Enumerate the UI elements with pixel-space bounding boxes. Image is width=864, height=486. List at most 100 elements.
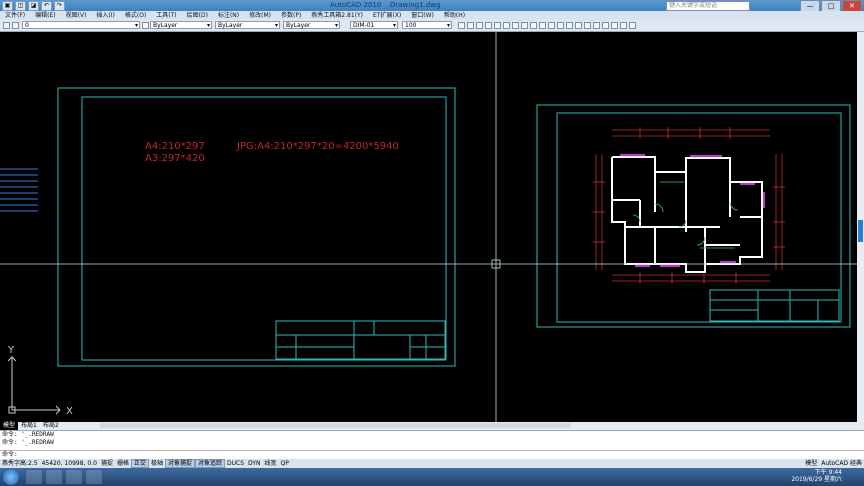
menu-modify[interactable]: 修改(M) bbox=[244, 11, 276, 20]
undo-icon[interactable]: ↶ bbox=[41, 1, 52, 11]
center-mark-icon[interactable] bbox=[584, 22, 591, 29]
save-icon[interactable]: ◫ bbox=[15, 1, 26, 11]
dim-arc-icon[interactable] bbox=[476, 22, 483, 29]
clock-time: 下午 9:44 bbox=[814, 469, 842, 476]
menu-view[interactable]: 视图(V) bbox=[61, 11, 92, 20]
command-window: 命令: '_.REDRAW 命令: '_.REDRAW 命令: bbox=[0, 430, 864, 460]
dim-break-icon[interactable] bbox=[566, 22, 573, 29]
jpg-size-text: JPG:A4:210*297*20=4200*5940 bbox=[236, 141, 399, 152]
vertical-scrollbar[interactable] bbox=[857, 32, 864, 422]
dim-linear-icon[interactable] bbox=[458, 22, 465, 29]
horizontal-scrollbar[interactable] bbox=[100, 423, 570, 428]
otrack-toggle[interactable]: 对象追踪 bbox=[195, 459, 226, 468]
workspace-switch-button[interactable]: AutoCAD 经典 bbox=[819, 459, 864, 468]
tab-layout1[interactable]: 布局1 bbox=[18, 422, 40, 430]
explorer-icon[interactable] bbox=[26, 470, 42, 484]
right-sheet bbox=[536, 104, 851, 328]
tolerance-icon[interactable] bbox=[575, 22, 582, 29]
menu-window[interactable]: 窗口(W) bbox=[406, 11, 439, 20]
dim-update-icon[interactable] bbox=[629, 22, 636, 29]
menu-draw[interactable]: 绘图(D) bbox=[182, 11, 213, 20]
dim-continue-icon[interactable] bbox=[548, 22, 555, 29]
autocad-taskbar-icon[interactable] bbox=[86, 470, 102, 484]
menu-et[interactable]: ET扩展(X) bbox=[368, 11, 406, 20]
menu-tools[interactable]: 工具(T) bbox=[151, 11, 181, 20]
menu-dimension[interactable]: 标注(N) bbox=[213, 11, 244, 20]
left-title-block bbox=[275, 320, 446, 360]
dim-aligned-icon[interactable] bbox=[467, 22, 474, 29]
dim-space-icon[interactable] bbox=[557, 22, 564, 29]
tab-model[interactable]: 模型 bbox=[0, 422, 19, 430]
ucs-icon bbox=[7, 356, 61, 415]
menu-help[interactable]: 帮助(H) bbox=[439, 11, 470, 20]
lineweight-toggle[interactable]: 线宽 bbox=[263, 459, 279, 468]
app-menu-icon[interactable]: ▣ bbox=[2, 1, 13, 11]
open-icon[interactable]: ◪ bbox=[28, 1, 39, 11]
search-input[interactable]: 键入关键字或短语 bbox=[666, 1, 750, 11]
right-sheet-outer-frame bbox=[536, 104, 851, 328]
floor-plan bbox=[593, 127, 785, 284]
scale-select[interactable]: 100 bbox=[402, 21, 452, 30]
redo-icon[interactable]: ↷ bbox=[54, 1, 65, 11]
jogged-linear-icon[interactable] bbox=[602, 22, 609, 29]
floor-plan-doors-windows bbox=[620, 153, 766, 268]
floor-plan-walls bbox=[611, 156, 763, 273]
dyn-toggle[interactable]: DYN bbox=[246, 459, 262, 468]
dim-ordinate-icon[interactable] bbox=[485, 22, 492, 29]
vertical-scrollbar-thumb[interactable] bbox=[858, 220, 863, 242]
status-bar: 燕秀字高:2.5 45420, 10998, 0.0 捕捉 栅格 正交 极轴 对… bbox=[0, 459, 864, 468]
right-title-block bbox=[709, 289, 840, 322]
left-sheet-texts: A4:210*297 A3:297*420 JPG:A4:210*297*20=… bbox=[145, 141, 399, 164]
dim-edit-icon[interactable] bbox=[611, 22, 618, 29]
dim-diameter-icon[interactable] bbox=[512, 22, 519, 29]
color-select[interactable]: ByLayer bbox=[150, 21, 212, 30]
lineweight-select[interactable]: ByLayer bbox=[283, 21, 340, 30]
layer-manager-icon[interactable] bbox=[3, 22, 10, 29]
coordinates-readout[interactable]: 45420, 10998, 0.0 bbox=[40, 459, 99, 468]
menu-yanxiu[interactable]: 燕秀工具箱2.81(Y) bbox=[306, 11, 368, 20]
quick-dim-icon[interactable] bbox=[530, 22, 537, 29]
dim-jogged-icon[interactable] bbox=[503, 22, 510, 29]
document-title: Drawing1.dwg bbox=[390, 1, 441, 9]
title-bar: ▣ ◫ ◪ ↶ ↷ AutoCAD 2010 Drawing1.dwg 键入关键… bbox=[0, 0, 864, 12]
record-icon[interactable] bbox=[66, 470, 82, 484]
ducs-toggle[interactable]: DUCS bbox=[225, 459, 246, 468]
drawing-canvas[interactable]: A4:210*297 A3:297*420 JPG:A4:210*297*20=… bbox=[0, 32, 857, 422]
command-prompt: 命令: bbox=[2, 451, 18, 458]
crosshair-cursor bbox=[0, 32, 857, 422]
model-space-button[interactable]: 模型 bbox=[803, 459, 819, 468]
layer-state-icon[interactable] bbox=[12, 22, 19, 29]
menu-insert[interactable]: 插入(I) bbox=[91, 11, 119, 20]
start-button[interactable] bbox=[3, 469, 19, 485]
media-player-icon[interactable] bbox=[46, 470, 62, 484]
menu-format[interactable]: 格式(O) bbox=[120, 11, 151, 20]
menu-edit[interactable]: 编辑(E) bbox=[30, 11, 60, 20]
left-sheet-outer-frame bbox=[57, 87, 456, 367]
make-current-icon[interactable] bbox=[142, 22, 149, 29]
linetype-select[interactable]: ByLayer bbox=[215, 21, 280, 30]
dim-angular-icon[interactable] bbox=[521, 22, 528, 29]
menu-file[interactable]: 文件(F) bbox=[0, 11, 30, 20]
clock-date: 2019/6/29 星期六 bbox=[791, 476, 842, 483]
paper-size-a3-text: A3:297*420 bbox=[145, 153, 205, 164]
system-clock: 下午 9:44 2019/6/29 星期六 bbox=[791, 469, 842, 483]
command-history-line: 命令: '_.REDRAW bbox=[2, 439, 54, 446]
snap-toggle[interactable]: 捕捉 bbox=[99, 459, 115, 468]
dimstyle-select[interactable]: DIM-01 bbox=[350, 21, 398, 30]
inspect-icon[interactable] bbox=[593, 22, 600, 29]
tab-layout2[interactable]: 布局2 bbox=[40, 422, 62, 430]
dim-text-edit-icon[interactable] bbox=[620, 22, 627, 29]
command-history-line: 命令: '_.REDRAW bbox=[2, 431, 54, 438]
layer-select[interactable]: 0 bbox=[22, 21, 140, 30]
app-title: AutoCAD 2010 bbox=[330, 1, 382, 9]
menu-parametric[interactable]: 参数(P) bbox=[276, 11, 306, 20]
osnap-toggle[interactable]: 对象捕捉 bbox=[165, 459, 196, 468]
qp-toggle[interactable]: QP bbox=[279, 459, 291, 468]
dim-baseline-icon[interactable] bbox=[539, 22, 546, 29]
left-sheet bbox=[57, 87, 456, 367]
grid-toggle[interactable]: 栅格 bbox=[115, 459, 131, 468]
ortho-toggle[interactable]: 正交 bbox=[130, 459, 149, 468]
dim-radius-icon[interactable] bbox=[494, 22, 501, 29]
polar-toggle[interactable]: 极轴 bbox=[149, 459, 165, 468]
right-sheet-inner-frame bbox=[556, 112, 842, 323]
